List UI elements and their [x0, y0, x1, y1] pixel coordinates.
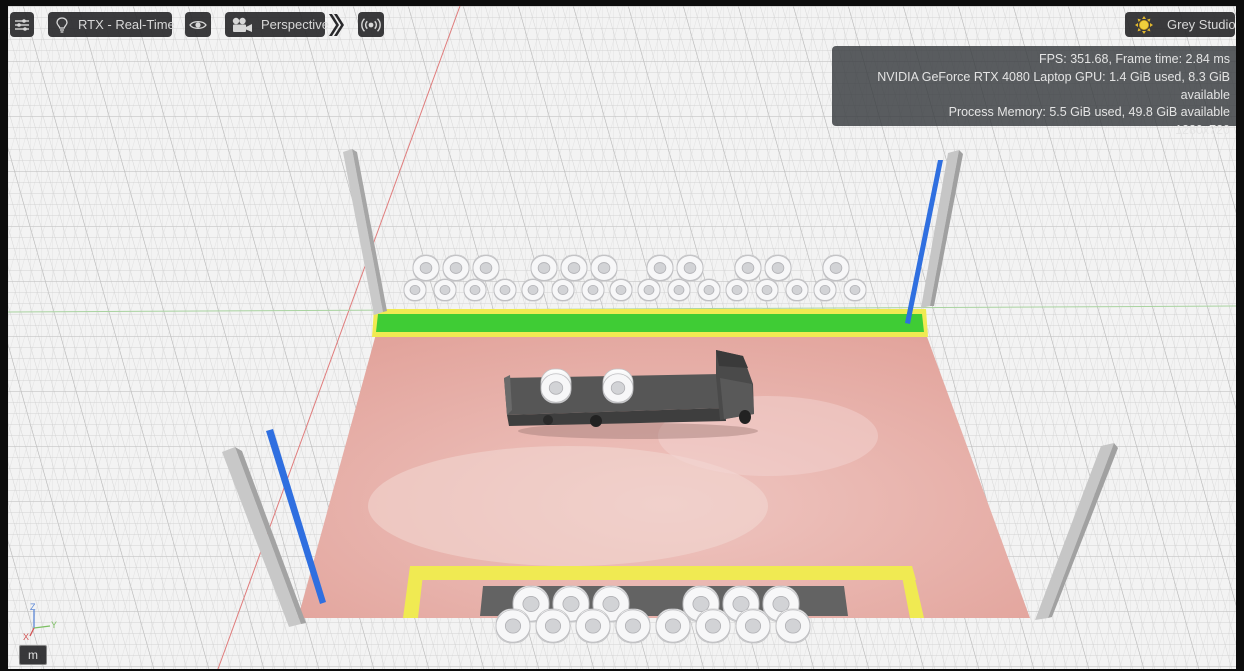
fabric-roll [463, 278, 487, 302]
fabric-roll [695, 608, 731, 644]
visibility-button[interactable] [185, 12, 211, 37]
fabric-roll [655, 608, 691, 644]
fabric-roll [609, 278, 633, 302]
fabric-roll [530, 254, 558, 282]
fabric-roll [412, 254, 440, 282]
fabric-roll [615, 608, 651, 644]
fabric-roll [535, 608, 571, 644]
fabric-roll [764, 254, 792, 282]
fabric-roll [637, 278, 661, 302]
fabric-roll [433, 278, 457, 302]
gpu-readout: NVIDIA GeForce RTX 4080 Laptop GPU: 1.4 … [877, 69, 1230, 102]
fabric-roll [521, 278, 545, 302]
memory-readout: Process Memory: 5.5 GiB used, 49.8 GiB a… [948, 105, 1230, 120]
fabric-roll [813, 278, 837, 302]
fabric-roll [775, 608, 811, 644]
expand-toolbar-button[interactable] [327, 12, 345, 37]
eye-icon [189, 20, 207, 29]
3d-viewport[interactable]: RTX - Real-Time Perspective Grey Studio … [8, 6, 1236, 669]
fabric-roll [493, 278, 517, 302]
fabric-roll [540, 368, 572, 404]
units-badge[interactable]: m [19, 645, 47, 665]
sun-icon [1135, 15, 1153, 34]
camera-dropdown[interactable]: Perspective [225, 12, 329, 37]
fabric-roll [551, 278, 575, 302]
double-chevron-right-icon [329, 13, 344, 36]
lighting-dropdown[interactable]: Grey Studio [1125, 12, 1236, 37]
fabric-roll [495, 608, 531, 644]
fabric-roll [697, 278, 721, 302]
settings-button[interactable] [10, 12, 34, 37]
sliders-icon [15, 18, 29, 31]
fabric-roll [472, 254, 500, 282]
fabric-roll [403, 278, 427, 302]
fabric-roll [646, 254, 674, 282]
broadcast-icon [361, 17, 381, 32]
green-staging-zone [372, 309, 928, 337]
resolution-readout: 1280x720 [1175, 123, 1230, 138]
fabric-roll [676, 254, 704, 282]
fabric-roll [667, 278, 691, 302]
fabric-roll [734, 254, 762, 282]
lightbulb-icon [56, 16, 68, 33]
fabric-roll [785, 278, 809, 302]
axis-x-label: X [23, 632, 29, 640]
fabric-roll [590, 254, 618, 282]
fabric-roll [755, 278, 779, 302]
axis-y-label: Y [51, 620, 57, 630]
fabric-roll [560, 254, 588, 282]
fabric-roll [581, 278, 605, 302]
fabric-roll [735, 608, 771, 644]
renderer-label: RTX - Real-Time [78, 17, 175, 32]
fabric-roll [822, 254, 850, 282]
performance-stats-overlay: FPS: 351.68, Frame time: 2.84 ms NVIDIA … [832, 46, 1236, 137]
renderer-dropdown[interactable]: RTX - Real-Time [48, 12, 175, 37]
movie-camera-icon [231, 17, 253, 33]
fabric-roll [843, 278, 867, 302]
camera-label: Perspective [261, 17, 329, 32]
units-label: m [28, 648, 38, 662]
lighting-label: Grey Studio [1167, 17, 1236, 32]
fps-readout: FPS: 351.68, Frame time: 2.84 ms [1038, 52, 1230, 66]
fabric-roll [575, 608, 611, 644]
axis-gizmo: Z Y X [23, 602, 57, 640]
fabric-roll [442, 254, 470, 282]
fabric-roll [602, 368, 634, 404]
fabric-roll [725, 278, 749, 302]
broadcast-button[interactable] [358, 12, 384, 37]
axis-z-label: Z [30, 602, 36, 612]
